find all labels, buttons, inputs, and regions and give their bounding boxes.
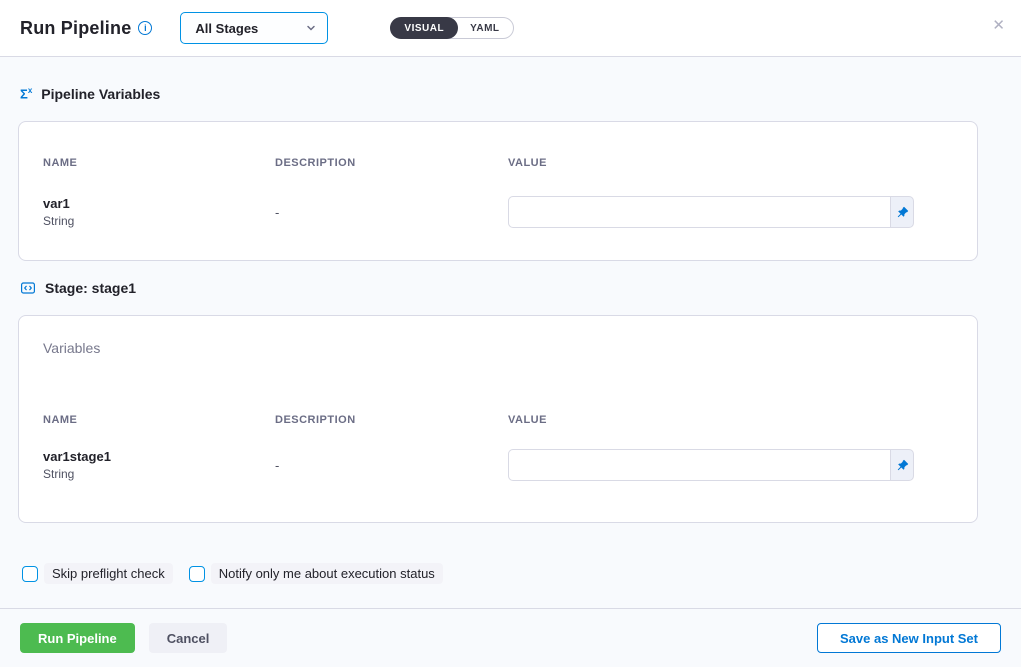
stage-selector-dropdown[interactable]: All Stages — [180, 12, 328, 44]
stage-variables-card: Variables NAME DESCRIPTION VALUE var1sta… — [18, 315, 978, 523]
notify-only-me-label: Notify only me about execution status — [211, 563, 443, 584]
chevron-down-icon — [305, 22, 317, 34]
variable-name: var1stage1 — [43, 449, 275, 464]
column-header-description: DESCRIPTION — [275, 157, 508, 169]
column-header-name: NAME — [43, 414, 275, 426]
stage-selector-value: All Stages — [195, 21, 258, 36]
pipeline-variables-section-header: Σx Pipeline Variables — [18, 85, 1003, 102]
page-title: Run Pipeline — [20, 18, 131, 39]
table-row: var1 String - — [43, 196, 953, 228]
variable-type: String — [43, 214, 275, 228]
save-as-new-input-set-button[interactable]: Save as New Input Set — [817, 623, 1001, 653]
skip-preflight-option[interactable]: Skip preflight check — [22, 563, 173, 584]
tab-visual[interactable]: VISUAL — [390, 17, 458, 39]
table-header-row: NAME DESCRIPTION VALUE — [43, 414, 953, 426]
stage-card-title: Variables — [43, 340, 953, 357]
run-pipeline-modal: Run Pipeline i All Stages VISUAL YAML ✕ … — [0, 0, 1021, 667]
variable-description: - — [275, 205, 508, 220]
variable-name-cell: var1stage1 String — [43, 449, 275, 481]
variable-value-cell — [508, 196, 953, 228]
table-row: var1stage1 String - — [43, 449, 953, 481]
pipeline-variables-card: NAME DESCRIPTION VALUE var1 String - — [18, 121, 978, 261]
column-header-value: VALUE — [508, 157, 953, 169]
table-header-row: NAME DESCRIPTION VALUE — [43, 157, 953, 169]
skip-preflight-label: Skip preflight check — [44, 563, 173, 584]
pin-icon[interactable] — [890, 449, 914, 481]
var1-value-input[interactable] — [508, 196, 890, 228]
skip-preflight-checkbox[interactable] — [22, 566, 38, 582]
cancel-button[interactable]: Cancel — [149, 623, 228, 653]
column-header-value: VALUE — [508, 414, 953, 426]
visual-yaml-toggle: VISUAL YAML — [390, 17, 513, 39]
variable-value-cell — [508, 449, 953, 481]
stage-section-header: Stage: stage1 — [18, 279, 1003, 296]
modal-footer: Run Pipeline Cancel Save as New Input Se… — [0, 608, 1021, 667]
notify-only-me-option[interactable]: Notify only me about execution status — [189, 563, 443, 584]
pipeline-variables-icon: Σx — [20, 87, 32, 100]
execution-options: Skip preflight check Notify only me abou… — [18, 563, 1003, 584]
column-header-description: DESCRIPTION — [275, 414, 508, 426]
pin-icon[interactable] — [890, 196, 914, 228]
tab-yaml[interactable]: YAML — [456, 17, 513, 39]
modal-body: Σx Pipeline Variables NAME DESCRIPTION V… — [0, 57, 1021, 608]
variable-description: - — [275, 458, 508, 473]
pipeline-variables-title: Pipeline Variables — [41, 86, 160, 102]
close-icon[interactable]: ✕ — [988, 14, 1009, 37]
column-header-name: NAME — [43, 157, 275, 169]
variable-type: String — [43, 467, 275, 481]
variable-name: var1 — [43, 196, 275, 211]
stage-icon — [20, 280, 36, 296]
variable-name-cell: var1 String — [43, 196, 275, 228]
run-pipeline-button[interactable]: Run Pipeline — [20, 623, 135, 653]
info-icon[interactable]: i — [138, 21, 152, 35]
var1stage1-value-input[interactable] — [508, 449, 890, 481]
stage-title: Stage: stage1 — [45, 280, 136, 296]
notify-only-me-checkbox[interactable] — [189, 566, 205, 582]
modal-header: Run Pipeline i All Stages VISUAL YAML ✕ — [0, 0, 1021, 57]
